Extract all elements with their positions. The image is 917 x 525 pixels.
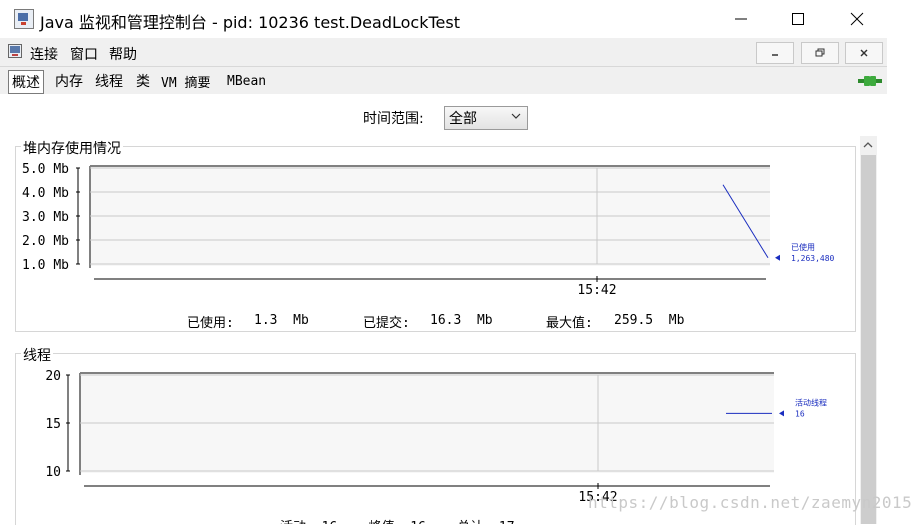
legend-marker — [775, 254, 780, 261]
time-range-label: 时间范围: — [363, 111, 424, 127]
frame-minimize-button[interactable] — [756, 42, 794, 64]
y-tick-label: 2.0 Mb — [22, 234, 69, 249]
title-bar: Java 监视和管理控制台 - pid: 10236 test.DeadLock… — [0, 0, 917, 38]
minimize-button[interactable] — [713, 0, 769, 38]
close-icon — [850, 12, 864, 26]
connection-status-icon — [858, 76, 882, 86]
scrollbar-thumb[interactable] — [861, 155, 876, 524]
close-icon — [860, 49, 868, 57]
menu-window[interactable]: 窗口 — [70, 44, 98, 64]
legend-series-name: 活动线程 — [795, 397, 827, 407]
time-range-value: 全部 — [449, 111, 477, 127]
frame-restore-button[interactable] — [801, 42, 839, 64]
window-title: Java 监视和管理控制台 - pid: 10236 test.DeadLock… — [40, 13, 460, 32]
y-tick-label: 1.0 Mb — [22, 258, 69, 273]
heap-committed-label: 已提交: — [363, 316, 410, 331]
y-tick-label: 5.0 Mb — [22, 162, 69, 177]
heap-used-label: 已使用: — [187, 316, 234, 331]
heap-max-label: 最大值: — [546, 316, 593, 331]
threads-chart: 20151015:42活动线程16 — [45, 369, 827, 505]
y-tick-label: 15 — [45, 417, 61, 432]
heap-chart: 5.0 Mb 4.0 Mb 3.0 Mb 2.0 Mb 1.0 Mb 15:42 已使用 1,… — [22, 162, 835, 298]
close-button[interactable] — [829, 0, 885, 38]
minimize-icon — [735, 18, 747, 20]
heap-committed-value: 16.3 Mb — [430, 313, 493, 328]
scroll-up-icon[interactable] — [862, 139, 874, 151]
maximize-icon — [792, 13, 804, 25]
tab-mbean[interactable]: MBean — [224, 70, 269, 92]
watermark-text: https://blog.csdn.net/zaemyn2015 — [588, 493, 913, 512]
y-tick-label: 20 — [45, 369, 61, 384]
internal-frame-icon — [8, 44, 22, 58]
tab-vm-summary[interactable]: VM 摘要 — [158, 70, 213, 92]
chevron-down-icon — [511, 113, 521, 119]
menu-help[interactable]: 帮助 — [109, 44, 137, 64]
frame-close-button[interactable] — [845, 42, 883, 64]
y-tick-label: 4.0 Mb — [22, 186, 69, 201]
minimize-icon — [772, 54, 778, 56]
heap-max-value: 259.5 Mb — [614, 313, 685, 328]
tab-memory[interactable]: 内存 — [52, 70, 86, 92]
tab-threads[interactable]: 线程 — [92, 70, 126, 92]
y-tick-label: 3.0 Mb — [22, 210, 69, 225]
legend-marker — [779, 410, 784, 417]
legend-series-value: 16 — [795, 409, 805, 418]
heap-used-value: 1.3 Mb — [254, 313, 309, 328]
legend-series-name: 已使用 — [791, 242, 815, 252]
menu-connect[interactable]: 连接 — [30, 44, 58, 64]
tab-overview[interactable]: 概述 — [8, 70, 44, 94]
x-tick-label: 15:42 — [577, 283, 616, 298]
legend-series-value: 1,263,480 — [791, 254, 835, 263]
time-range-select[interactable]: 全部 — [444, 106, 528, 130]
tab-classes[interactable]: 类 — [133, 70, 153, 92]
maximize-button[interactable] — [770, 0, 826, 38]
y-tick-label: 10 — [45, 465, 61, 480]
java-app-icon — [14, 9, 34, 29]
threads-stats-partial: 活动: 16 峰值: 16 总计: 17 — [280, 516, 515, 524]
restore-icon — [815, 48, 825, 57]
